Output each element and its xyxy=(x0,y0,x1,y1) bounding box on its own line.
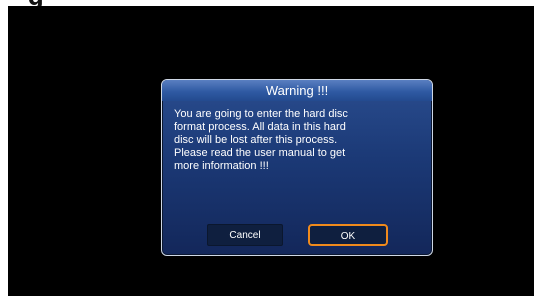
ok-button[interactable]: OK xyxy=(308,224,388,246)
tv-screen: Warning !!! You are going to enter the h… xyxy=(8,6,534,296)
dialog-title: Warning !!! xyxy=(162,80,432,101)
cancel-button[interactable]: Cancel xyxy=(207,224,283,246)
warning-dialog: Warning !!! You are going to enter the h… xyxy=(161,79,433,256)
dialog-message: You are going to enter the hard disc for… xyxy=(174,108,348,172)
